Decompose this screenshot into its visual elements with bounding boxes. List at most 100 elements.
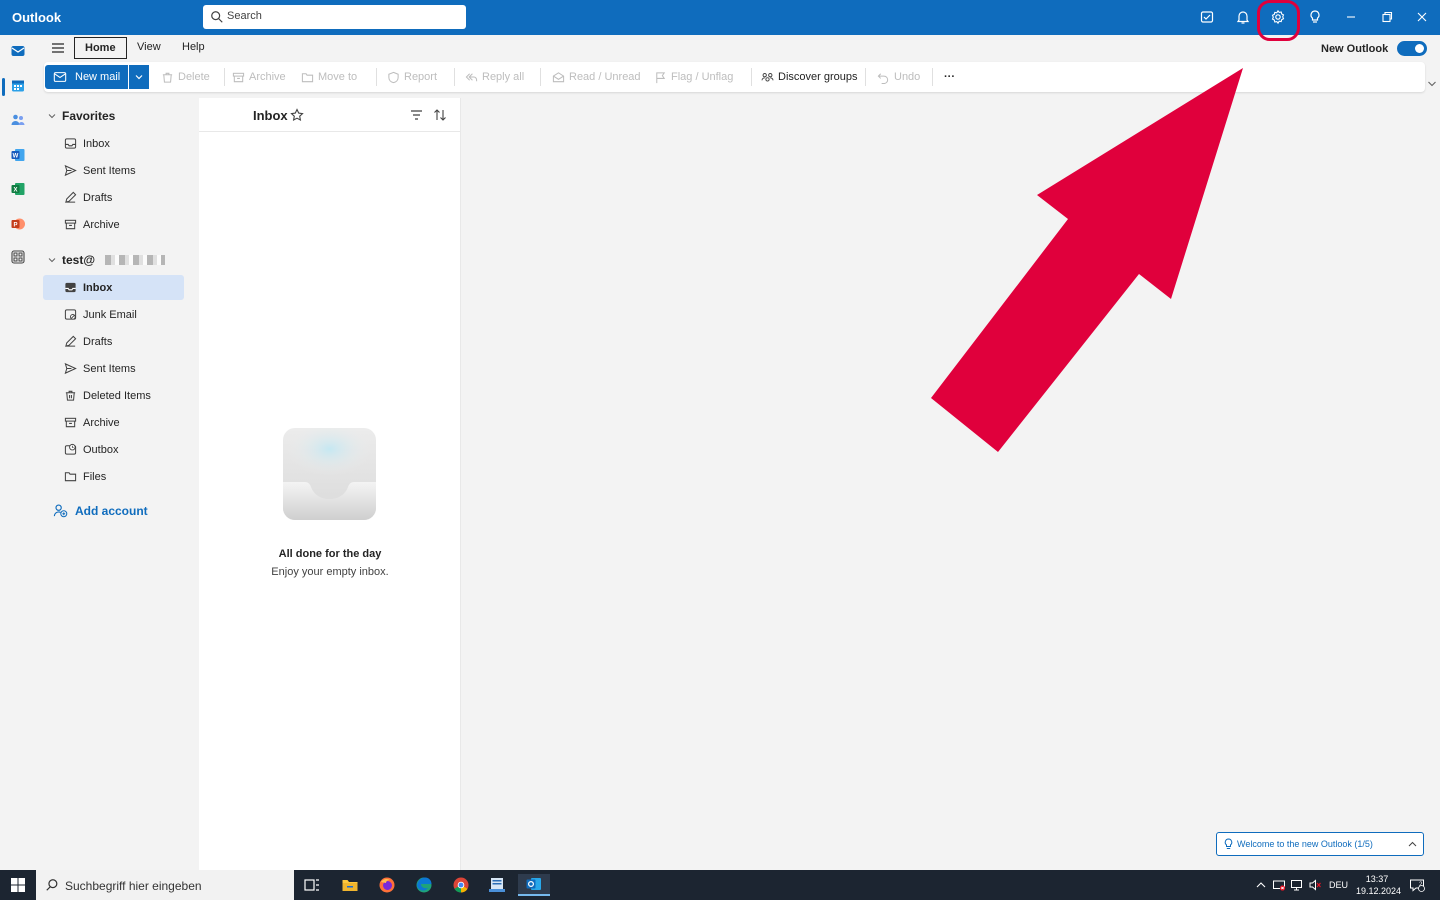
more-apps-icon[interactable] xyxy=(8,247,28,267)
reply-all-button[interactable]: Reply all xyxy=(465,68,524,86)
file-explorer-icon[interactable] xyxy=(338,874,362,896)
pencil-icon xyxy=(65,191,77,203)
empty-inbox-illustration xyxy=(283,428,376,520)
folder-icon xyxy=(64,472,77,482)
empty-state-subtitle: Enjoy your empty inbox. xyxy=(271,566,389,578)
network-icon[interactable] xyxy=(1290,878,1304,892)
favorites-drafts[interactable]: Drafts xyxy=(43,185,184,210)
read-unread-button[interactable]: Read / Unread xyxy=(552,68,641,86)
tab-help[interactable]: Help xyxy=(172,37,215,59)
divider xyxy=(454,68,455,86)
flag-icon xyxy=(656,71,666,83)
folder-label: Archive xyxy=(83,218,120,231)
folder-inbox[interactable]: Inbox xyxy=(43,275,184,300)
archive-button[interactable]: Archive xyxy=(232,68,286,86)
archive-icon xyxy=(64,417,77,428)
welcome-tour-button[interactable]: Welcome to the new Outlook (1/5) xyxy=(1216,832,1424,856)
folder-label: Inbox xyxy=(83,281,113,294)
folder-outbox[interactable]: Outbox xyxy=(43,437,184,462)
sort-icon[interactable] xyxy=(433,108,447,122)
server-manager-icon[interactable] xyxy=(485,874,509,896)
notification-center-icon[interactable]: 2 xyxy=(1409,878,1425,892)
task-view-icon[interactable] xyxy=(300,874,324,896)
clock[interactable]: 13:37 19.12.2024 xyxy=(1356,873,1401,897)
star-favorite-icon[interactable] xyxy=(290,108,304,122)
language-indicator[interactable]: DEU xyxy=(1329,880,1348,890)
message-list-title: Inbox xyxy=(253,108,288,123)
envelope-open-icon xyxy=(552,71,565,82)
favorites-label: Favorites xyxy=(62,109,116,123)
powerpoint-app-icon[interactable]: P xyxy=(8,214,28,234)
folder-files[interactable]: Files xyxy=(43,464,184,489)
edge-icon[interactable] xyxy=(412,874,436,896)
svg-text:W: W xyxy=(13,154,19,160)
empty-state-title: All done for the day xyxy=(278,548,382,560)
flag-unflag-button[interactable]: Flag / Unflag xyxy=(654,68,733,86)
reply-all-label: Reply all xyxy=(482,71,525,83)
undo-label: Undo xyxy=(894,71,921,83)
folder-label: Inbox xyxy=(83,137,110,150)
mail-app-icon[interactable] xyxy=(8,41,28,61)
folder-label: Deleted Items xyxy=(83,389,151,402)
search-box[interactable]: Search xyxy=(203,5,466,29)
new-outlook-toggle[interactable] xyxy=(1397,41,1427,56)
tips-lightbulb-icon[interactable] xyxy=(1305,7,1325,27)
trash-icon xyxy=(162,72,173,83)
close-icon[interactable] xyxy=(1412,7,1432,27)
restore-icon[interactable] xyxy=(1377,7,1397,27)
volume-muted-icon[interactable] xyxy=(1308,878,1322,892)
folder-archive[interactable]: Archive xyxy=(43,410,184,435)
move-to-button[interactable]: Move to xyxy=(301,68,357,86)
filter-icon[interactable] xyxy=(410,109,423,121)
add-account-button[interactable]: Add account xyxy=(53,503,148,518)
delete-button[interactable]: Delete xyxy=(161,68,210,86)
divider xyxy=(540,68,541,86)
excel-app-icon[interactable]: X xyxy=(8,179,28,199)
ribbon-expand-chevron-icon[interactable] xyxy=(1427,80,1437,88)
clock-time: 13:37 xyxy=(1365,874,1389,884)
tab-home[interactable]: Home xyxy=(74,37,127,59)
undo-button[interactable]: Undo xyxy=(877,68,920,86)
taskbar-search-placeholder: Suchbegriff hier eingeben xyxy=(65,879,202,893)
minimize-icon[interactable] xyxy=(1341,7,1361,27)
favorites-sent-items[interactable]: Sent Items xyxy=(43,158,184,183)
taskbar-search-box[interactable]: Suchbegriff hier eingeben xyxy=(36,870,294,900)
favorites-archive[interactable]: Archive xyxy=(43,212,184,237)
discover-groups-button[interactable]: Discover groups xyxy=(761,68,857,86)
title-bar: Outlook Search xyxy=(0,0,1440,41)
favorites-header[interactable]: Favorites xyxy=(48,109,115,123)
report-button[interactable]: Report xyxy=(387,68,437,86)
people-app-icon[interactable] xyxy=(8,110,28,130)
favorites-inbox[interactable]: Inbox xyxy=(43,131,184,156)
message-list: Inbox All done for the day Enjoy your em… xyxy=(199,98,461,870)
folder-deleted-items[interactable]: Deleted Items xyxy=(43,383,184,408)
chrome-icon[interactable] xyxy=(449,874,473,896)
folder-label: Drafts xyxy=(83,335,113,348)
my-day-icon[interactable] xyxy=(1197,7,1217,27)
hamburger-menu-icon[interactable] xyxy=(49,40,67,56)
windows-start-icon[interactable] xyxy=(11,878,25,892)
junk-icon xyxy=(64,309,77,320)
calendar-app-icon[interactable] xyxy=(8,76,28,96)
tab-view[interactable]: View xyxy=(127,37,171,59)
delete-label: Delete xyxy=(178,71,210,83)
mail-icon xyxy=(53,72,67,82)
outlook-taskbar-icon[interactable] xyxy=(518,874,550,896)
chevron-down-icon xyxy=(48,258,56,263)
security-alert-icon[interactable] xyxy=(1272,878,1286,892)
account-header[interactable]: test@ xyxy=(48,253,166,267)
archive-label: Archive xyxy=(249,71,286,83)
notifications-bell-icon[interactable] xyxy=(1233,7,1253,27)
firefox-icon[interactable] xyxy=(375,874,399,896)
shield-icon xyxy=(388,71,399,83)
windows-taskbar: Suchbegriff hier eingeben DEU 13:37 19.1… xyxy=(0,870,1440,900)
outbox-icon xyxy=(64,443,77,455)
folder-junk-email[interactable]: Junk Email xyxy=(43,302,184,327)
new-mail-dropdown[interactable] xyxy=(128,65,149,89)
word-app-icon[interactable]: W xyxy=(8,145,28,165)
tray-chevron-up-icon[interactable] xyxy=(1254,878,1268,892)
pencil-icon xyxy=(65,335,77,347)
read-unread-label: Read / Unread xyxy=(569,71,641,83)
folder-sent-items[interactable]: Sent Items xyxy=(43,356,184,381)
folder-drafts[interactable]: Drafts xyxy=(43,329,184,354)
